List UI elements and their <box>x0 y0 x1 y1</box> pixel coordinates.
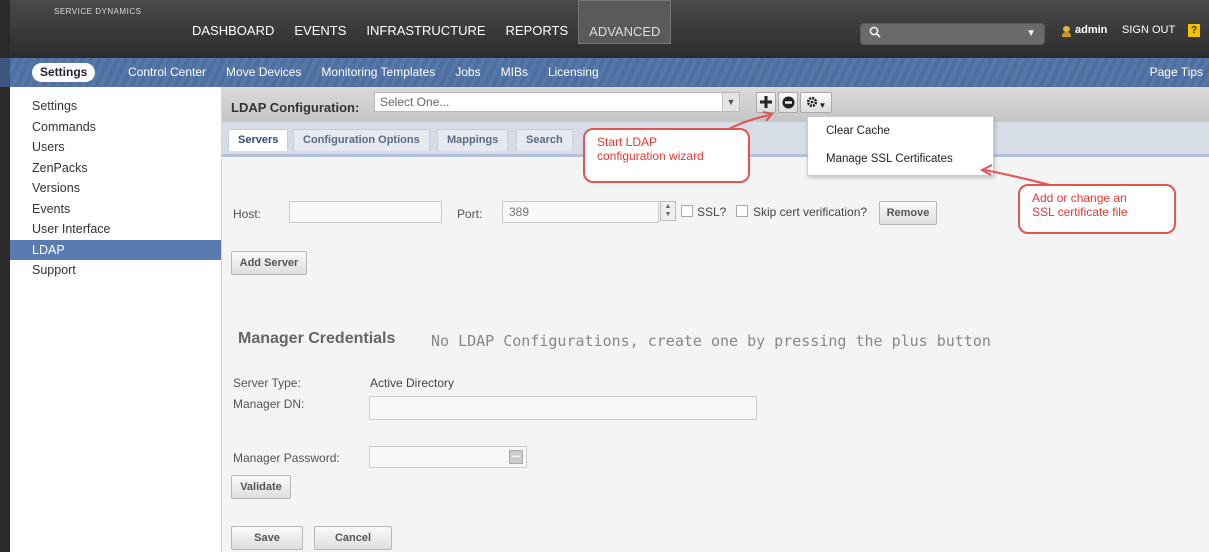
sign-out-link[interactable]: SIGN OUT <box>1122 24 1175 36</box>
subnav-monitoring-templates[interactable]: Monitoring Templates <box>321 65 435 79</box>
nav-advanced[interactable]: ADVANCED <box>578 0 672 44</box>
caret-down-icon: ▼ <box>818 101 827 110</box>
host-label: Host: <box>233 207 262 221</box>
manager-credentials-title: Manager Credentials <box>238 330 396 347</box>
zenoss-logo[interactable]: zenoss SERVICE DYNAMICS <box>54 6 1209 552</box>
sidebar-item-events[interactable]: Events <box>10 199 221 220</box>
sidebar-item-commands[interactable]: Commands <box>10 117 221 138</box>
tab-mappings[interactable]: Mappings <box>437 129 509 151</box>
ssl-label: SSL? <box>697 205 727 219</box>
username[interactable]: admin <box>1075 24 1107 36</box>
ssl-checkbox[interactable] <box>681 205 693 217</box>
manager-dn-input[interactable] <box>369 396 757 420</box>
user-icon <box>1062 26 1071 38</box>
gear-icon <box>806 96 817 108</box>
add-config-button[interactable] <box>756 92 776 113</box>
callout-wizard: Start LDAP configuration wizard <box>583 128 750 183</box>
manager-password-label: Manager Password: <box>233 451 340 465</box>
port-input[interactable]: 389 <box>502 201 659 223</box>
search-input[interactable]: ▼ <box>860 23 1045 45</box>
sidebar-item-user-interface[interactable]: User Interface <box>10 219 221 240</box>
skip-cert-checkbox[interactable] <box>736 205 748 217</box>
sidebar-item-zenpacks[interactable]: ZenPacks <box>10 158 221 179</box>
sidebar-item-settings[interactable]: Settings <box>10 96 221 117</box>
subnav-licensing[interactable]: Licensing <box>548 65 599 79</box>
app-window: zenoss SERVICE DYNAMICS DASHBOARD EVENTS… <box>0 0 1209 552</box>
gear-dropdown-menu: Clear Cache Manage SSL Certificates <box>807 116 994 176</box>
subnav-move-devices[interactable]: Move Devices <box>226 65 301 79</box>
tab-search[interactable]: Search <box>516 129 573 151</box>
help-icon[interactable]: ? <box>1188 24 1200 37</box>
skip-cert-label: Skip cert verification? <box>753 205 868 219</box>
subnav-control-center[interactable]: Control Center <box>128 65 206 79</box>
server-type-value: Active Directory <box>370 376 455 390</box>
menu-item-manage-ssl-certificates[interactable]: Manage SSL Certificates <box>826 153 953 165</box>
sidebar-item-versions[interactable]: Versions <box>10 178 221 199</box>
menu-item-clear-cache[interactable]: Clear Cache <box>826 125 890 137</box>
remove-server-button[interactable]: Remove <box>879 201 937 225</box>
nav-infrastructure[interactable]: INFRASTRUCTURE <box>356 14 495 58</box>
tab-configuration-options[interactable]: Configuration Options <box>293 129 430 151</box>
port-spinner[interactable]: ▲ ▼ <box>660 201 676 221</box>
subnav-jobs[interactable]: Jobs <box>455 65 480 79</box>
sidebar-item-ldap[interactable]: LDAP <box>10 239 221 260</box>
subnav-mibs[interactable]: MIBs <box>501 65 528 79</box>
empty-config-message: No LDAP Configurations, create one by pr… <box>431 332 991 350</box>
chevron-down-icon[interactable]: ▼ <box>722 93 739 111</box>
manager-dn-label: Manager DN: <box>233 397 305 411</box>
minus-circle-icon <box>782 96 794 109</box>
save-button[interactable]: Save <box>231 526 303 550</box>
host-input[interactable] <box>289 201 442 223</box>
ldap-config-label: LDAP Configuration: <box>231 100 360 115</box>
ldap-config-toolbar: LDAP Configuration: Select One... ▼ ▼ <box>222 87 1209 122</box>
sidebar-item-support[interactable]: Support <box>10 260 221 281</box>
gear-menu-button[interactable]: ▼ <box>800 92 832 113</box>
cancel-button[interactable]: Cancel <box>314 526 392 550</box>
subnav-settings[interactable]: Settings <box>32 63 96 82</box>
nav-dashboard[interactable]: DASHBOARD <box>182 14 284 58</box>
nav-reports[interactable]: REPORTS <box>496 14 579 58</box>
sub-nav: Settings Control Center Move Devices Mon… <box>0 58 1209 87</box>
chevron-down-icon[interactable]: ▼ <box>1026 28 1036 39</box>
tab-servers[interactable]: Servers <box>228 129 289 151</box>
page-tips-link[interactable]: Page Tips <box>1150 65 1203 79</box>
validate-button[interactable]: Validate <box>231 475 291 499</box>
remove-config-button[interactable] <box>778 92 798 113</box>
sidebar-item-users[interactable]: Users <box>10 137 221 158</box>
add-server-button[interactable]: Add Server <box>231 251 307 275</box>
port-label: Port: <box>457 207 483 221</box>
ldap-config-select[interactable]: Select One... ▼ <box>374 92 740 112</box>
server-type-label: Server Type: <box>233 376 301 390</box>
plus-icon <box>760 96 772 108</box>
password-dots-icon[interactable]: ••• <box>509 450 523 464</box>
sidebar: Settings Commands Users ZenPacks Version… <box>0 87 222 552</box>
nav-events[interactable]: EVENTS <box>284 14 356 58</box>
top-nav: DASHBOARD EVENTS INFRASTRUCTURE REPORTS … <box>182 0 672 58</box>
search-icon <box>869 26 881 41</box>
callout-ssl: Add or change an SSL certificate file <box>1018 184 1176 234</box>
manager-password-input[interactable] <box>369 446 527 468</box>
top-bar: zenoss SERVICE DYNAMICS DASHBOARD EVENTS… <box>0 0 1209 552</box>
